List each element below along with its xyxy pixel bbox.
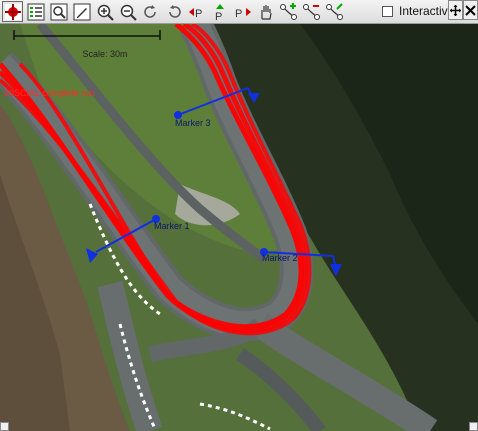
svg-text:P: P bbox=[235, 8, 242, 20]
zoom-fit-icon[interactable] bbox=[48, 1, 69, 22]
place-marker-icon[interactable]: P bbox=[209, 1, 230, 22]
interactive-label: Interactive bbox=[399, 4, 455, 18]
zoom-out-icon[interactable] bbox=[117, 1, 138, 22]
rotate-cw-icon[interactable] bbox=[140, 1, 161, 22]
crosshair-red-icon[interactable] bbox=[2, 1, 23, 22]
layers-list-icon[interactable] bbox=[25, 1, 46, 22]
pan-arrows-icon[interactable] bbox=[448, 0, 463, 20]
satellite-map[interactable]: Scale: 30m 20SCIAL complete run Marker 3… bbox=[0, 24, 478, 431]
close-icon[interactable] bbox=[463, 0, 478, 20]
scale-label: Scale: 30m bbox=[82, 49, 128, 59]
run-label: 20SCIAL complete run bbox=[4, 88, 95, 98]
marker-2-label: Marker 2 bbox=[262, 253, 298, 263]
interactive-checkbox[interactable] bbox=[382, 5, 393, 17]
map-viewer-window: P P P Interactive Scale: 30m 20SCIAL com… bbox=[0, 0, 478, 431]
resize-handle-bottom-right[interactable] bbox=[469, 422, 478, 431]
window-corner-controls bbox=[448, 0, 478, 20]
rotate-ccw-icon[interactable] bbox=[163, 1, 184, 22]
edit-waypoint-icon[interactable] bbox=[324, 1, 345, 22]
resize-handle-bottom-left[interactable] bbox=[0, 422, 9, 431]
marker-1-label: Marker 1 bbox=[154, 221, 190, 231]
svg-text:P: P bbox=[215, 11, 222, 21]
previous-marker-icon[interactable]: P bbox=[186, 1, 207, 22]
draw-icon[interactable] bbox=[71, 1, 92, 22]
remove-waypoint-icon[interactable] bbox=[301, 1, 322, 22]
toolbar: P P P Interactive bbox=[0, 0, 478, 24]
zoom-in-icon[interactable] bbox=[94, 1, 115, 22]
svg-text:P: P bbox=[195, 8, 202, 20]
next-marker-icon[interactable]: P bbox=[232, 1, 253, 22]
map-canvas bbox=[0, 24, 478, 431]
marker-3-label: Marker 3 bbox=[175, 118, 211, 128]
pan-hand-icon[interactable] bbox=[255, 1, 276, 22]
interactive-toggle[interactable]: Interactive bbox=[382, 4, 454, 18]
add-waypoint-icon[interactable] bbox=[278, 1, 299, 22]
